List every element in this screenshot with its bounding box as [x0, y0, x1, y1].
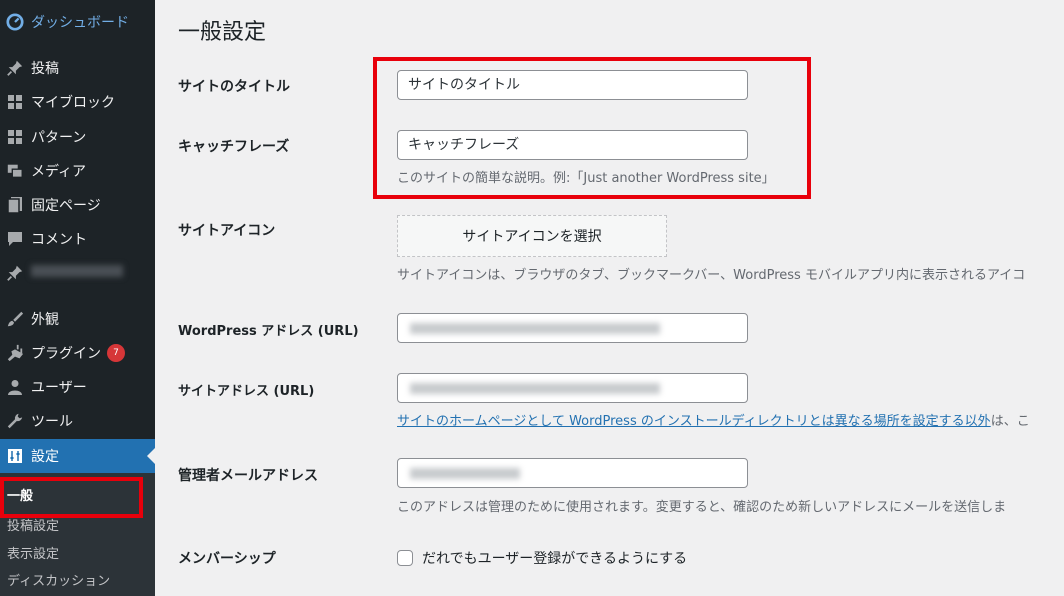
tagline-label: キャッチフレーズ	[178, 139, 290, 155]
sidebar-item-patterns[interactable]: パターン	[0, 120, 155, 154]
sidebar-item-label: ユーザー	[31, 380, 87, 396]
page-title: 一般設定	[178, 20, 267, 45]
comment-icon	[3, 231, 27, 247]
user-icon	[3, 379, 27, 395]
sidebar-item-label: ツール	[31, 414, 73, 430]
sidebar-item-label: 投稿	[31, 61, 59, 77]
blurred-email	[410, 468, 520, 479]
site-address-description: サイトのホームページとして WordPress のインストールディレクトリとは異…	[397, 410, 1030, 429]
wp-address-label: WordPress アドレス (URL)	[178, 324, 359, 339]
sidebar-item-label: プラグイン	[31, 346, 101, 362]
sidebar-item-custom[interactable]	[0, 256, 155, 290]
highlight-box-fields	[373, 57, 811, 199]
grid-icon	[3, 129, 27, 145]
sidebar-item-label: コメント	[31, 232, 87, 248]
grid-icon	[3, 94, 27, 110]
active-indicator	[147, 448, 155, 464]
site-address-label: サイトアドレス (URL)	[178, 384, 315, 399]
page-icon	[3, 196, 27, 214]
media-icon	[3, 162, 27, 180]
membership-checkbox-label[interactable]: だれでもユーザー登録ができるようにする	[422, 548, 687, 568]
submenu-item-discussion[interactable]: ディスカッション	[7, 570, 110, 589]
sidebar-item-pages[interactable]: 固定ページ	[0, 188, 155, 222]
sidebar-item-myblocks[interactable]: マイブロック	[0, 85, 155, 119]
plugin-icon	[3, 344, 27, 362]
site-title-label: サイトのタイトル	[178, 79, 290, 95]
sidebar-item-posts[interactable]: 投稿	[0, 51, 155, 85]
sidebar-item-tools[interactable]: ツール	[0, 404, 155, 438]
blurred-label	[31, 265, 123, 281]
sidebar-item-label: パターン	[31, 130, 87, 146]
wp-address-input[interactable]	[397, 313, 748, 343]
update-count-badge: 7	[107, 344, 125, 362]
site-address-input[interactable]	[397, 373, 748, 403]
select-site-icon-button[interactable]: サイトアイコンを選択	[397, 215, 667, 257]
site-address-suffix: は、こ	[990, 414, 1030, 429]
blurred-url	[410, 323, 660, 334]
sidebar-item-plugins[interactable]: プラグイン 7	[0, 336, 155, 370]
sidebar-item-label: マイブロック	[31, 95, 115, 111]
sidebar-item-label: 設定	[31, 449, 59, 465]
wrench-icon	[3, 412, 27, 430]
submenu-item-reading[interactable]: 表示設定	[7, 543, 59, 562]
admin-email-description: このアドレスは管理のために使用されます。変更すると、確認のため新しいアドレスにメ…	[397, 500, 1007, 515]
sidebar-item-label: 固定ページ	[31, 198, 101, 214]
site-icon-label: サイトアイコン	[178, 223, 276, 239]
blurred-url	[410, 383, 660, 394]
sidebar-item-comments[interactable]: コメント	[0, 222, 155, 256]
admin-email-label: 管理者メールアドレス	[178, 468, 318, 484]
pin-icon	[3, 264, 27, 282]
brush-icon	[3, 310, 27, 328]
sidebar-item-appearance[interactable]: 外観	[0, 302, 155, 336]
sidebar-item-media[interactable]: メディア	[0, 154, 155, 188]
site-icon-description: サイトアイコンは、ブラウザのタブ、ブックマークバー、WordPress モバイル…	[397, 268, 1026, 283]
sidebar-item-label: ダッシュボード	[31, 15, 129, 31]
site-address-help-link[interactable]: サイトのホームページとして WordPress のインストールディレクトリとは異…	[397, 414, 991, 429]
sidebar-item-settings[interactable]: 設定	[0, 439, 155, 473]
sidebar-item-users[interactable]: ユーザー	[0, 370, 155, 404]
membership-checkbox[interactable]	[397, 550, 413, 566]
dashboard-icon	[3, 13, 27, 31]
pin-icon	[3, 59, 27, 77]
sidebar-item-dashboard[interactable]: ダッシュボード	[0, 5, 155, 39]
highlight-box-general	[0, 477, 143, 518]
settings-icon	[3, 448, 27, 464]
membership-label: メンバーシップ	[178, 551, 276, 567]
sidebar-item-label: 外観	[31, 312, 59, 328]
admin-email-input[interactable]	[397, 458, 748, 488]
sidebar-item-label: メディア	[31, 164, 87, 180]
